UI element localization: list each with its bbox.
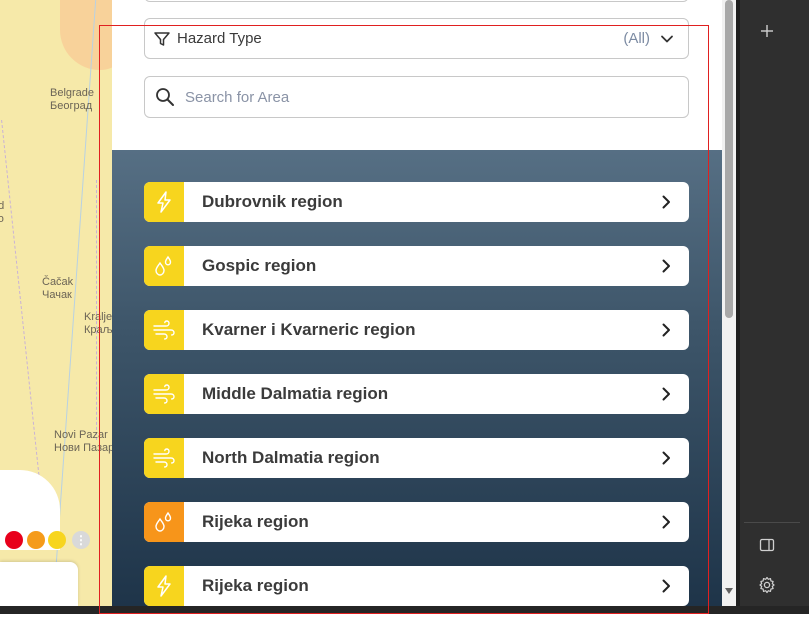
warnings-panel: Hazard Type (All) Dubrovnik region Gospic… xyxy=(112,0,722,606)
chevron-right-icon xyxy=(659,515,673,529)
region-list: Dubrovnik region Gospic region Kvarner i K… xyxy=(112,150,722,606)
region-name: Middle Dalmatia region xyxy=(202,384,389,403)
legend-yellow-dot[interactable] xyxy=(48,531,66,549)
region-item[interactable]: Middle Dalmatia region xyxy=(144,374,689,414)
app-window: Belgrade Београд ad во Čačak Чачак Kralj… xyxy=(0,0,809,640)
region-name: Kvarner i Kvarneric region xyxy=(202,320,416,339)
scroll-down-arrow-icon[interactable] xyxy=(724,586,734,596)
region-item[interactable]: Rijeka region xyxy=(144,502,689,542)
region-name: North Dalmatia region xyxy=(202,448,380,467)
chevron-right-icon xyxy=(659,259,673,273)
rain-icon xyxy=(144,502,184,542)
plus-icon[interactable] xyxy=(749,16,785,46)
region-item[interactable]: Rijeka region xyxy=(144,566,689,606)
bottom-bar xyxy=(0,606,809,640)
filter-value: (All) xyxy=(623,30,650,47)
map-border xyxy=(1,120,40,480)
panel-icon[interactable] xyxy=(749,530,785,560)
map-info-card xyxy=(0,562,78,606)
region-name: Gospic region xyxy=(202,256,317,275)
wind-icon xyxy=(144,438,184,478)
region-item[interactable]: Dubrovnik region xyxy=(144,182,689,222)
chevron-right-icon xyxy=(659,579,673,593)
map-city-kraljevo: Kralje Краљ xyxy=(84,311,112,336)
region-name: Rijeka region xyxy=(202,576,309,595)
map-city-cacak: Čačak Чачак xyxy=(42,276,74,301)
region-name: Dubrovnik region xyxy=(202,192,343,211)
chevron-right-icon xyxy=(659,195,673,209)
region-item[interactable]: Kvarner i Kvarneric region xyxy=(144,310,689,350)
gear-icon[interactable] xyxy=(749,570,785,600)
area-search[interactable] xyxy=(144,76,689,118)
browser-sidebar xyxy=(740,0,809,606)
legend-red-dot[interactable] xyxy=(5,531,23,549)
map-city-partial: ad во xyxy=(0,200,5,225)
region-name: Rijeka region xyxy=(202,512,309,531)
map-warning-zone-orange xyxy=(60,0,112,70)
search-icon xyxy=(155,87,175,107)
map-view[interactable]: Belgrade Београд ad во Čačak Чачак Kralj… xyxy=(0,0,112,606)
bottom-divider xyxy=(0,606,809,614)
panel-scrollbar[interactable] xyxy=(722,0,736,606)
chevron-right-icon xyxy=(659,451,673,465)
region-item[interactable]: Gospic region xyxy=(144,246,689,286)
scrollbar-thumb[interactable] xyxy=(725,0,733,318)
map-city-novi-pazar: Novi Pazar Нови Пазар xyxy=(54,429,112,454)
filter-icon xyxy=(153,30,171,48)
panel-filters: Hazard Type (All) xyxy=(112,0,722,150)
filter-label: Hazard Type xyxy=(177,30,262,47)
search-input[interactable] xyxy=(185,88,665,106)
thunderstorm-icon xyxy=(144,182,184,222)
chevron-right-icon xyxy=(659,387,673,401)
map-city-belgrade: Belgrade Београд xyxy=(50,87,95,112)
map-border xyxy=(96,180,97,440)
previous-select[interactable] xyxy=(144,0,689,2)
legend-more-button[interactable]: ⋮ xyxy=(72,531,90,549)
hazard-type-filter[interactable]: Hazard Type (All) xyxy=(144,18,689,59)
region-item[interactable]: North Dalmatia region xyxy=(144,438,689,478)
legend-orange-dot[interactable] xyxy=(27,531,45,549)
thunderstorm-icon xyxy=(144,566,184,606)
wind-icon xyxy=(144,310,184,350)
rain-icon xyxy=(144,246,184,286)
chevron-right-icon xyxy=(659,323,673,337)
chevron-down-icon[interactable] xyxy=(660,32,674,46)
wind-icon xyxy=(144,374,184,414)
sidebar-divider xyxy=(744,522,800,523)
